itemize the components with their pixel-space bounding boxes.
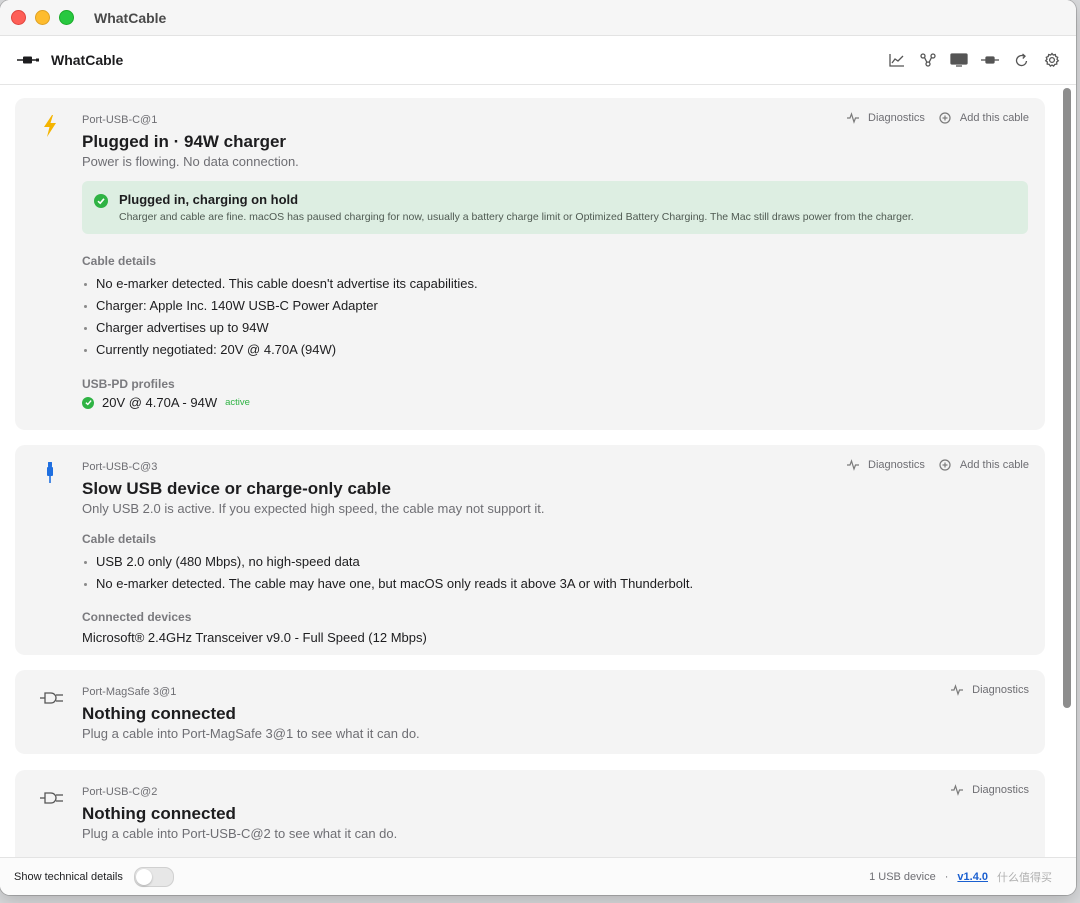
port-card-usb-c-3: Diagnostics Add this cable Port-USB-C@3 … — [15, 445, 1045, 655]
plug-icon — [39, 786, 65, 810]
check-circle-icon — [82, 396, 94, 409]
status-bar: Show technical details 1 USB device · v1… — [0, 857, 1076, 895]
cable-details-list: No e-marker detected. This cable doesn't… — [82, 273, 1030, 361]
port-card-usb-c-1: Diagnostics Add this cable Port-USB-C@1 … — [15, 98, 1045, 430]
version-link[interactable]: v1.4.0 — [957, 871, 988, 883]
title-bar: WhatCable — [0, 0, 1076, 36]
usb-pd-profiles-label: USB-PD profiles — [82, 377, 175, 391]
port-name: Port-USB-C@1 — [82, 114, 158, 126]
window-title: WhatCable — [94, 9, 167, 26]
lightning-icon — [39, 114, 61, 138]
app-name: WhatCable — [51, 52, 124, 68]
app-window: WhatCable WhatCable Diagnostics Add this… — [0, 0, 1076, 895]
cable-details-label: Cable details — [82, 254, 157, 268]
card-body: Port-MagSafe 3@1 Nothing connected Plug … — [82, 685, 1030, 742]
card-body: Port-USB-C@3 Slow USB device or charge-o… — [82, 460, 1030, 646]
card-title: Nothing connected — [82, 804, 236, 823]
window-controls — [11, 10, 74, 25]
connected-device: Microsoft® 2.4GHz Transceiver v9.0 - Ful… — [82, 630, 427, 645]
toolbar: WhatCable — [0, 36, 1076, 85]
card-body: Port-USB-C@1 Plugged in · 94W charger Po… — [82, 113, 1030, 410]
card-subtitle: Plug a cable into Port-USB-C@2 to see wh… — [82, 826, 398, 841]
list-item: USB 2.0 only (480 Mbps), no high-speed d… — [82, 551, 1030, 573]
list-item: No e-marker detected. The cable may have… — [82, 573, 1030, 595]
card-subtitle: Power is flowing. No data connection. — [82, 154, 299, 169]
toolbar-tools — [887, 50, 1062, 70]
status-banner: Plugged in, charging on hold Charger and… — [82, 181, 1028, 234]
technical-details-toggle[interactable] — [133, 866, 174, 887]
zoom-button[interactable] — [59, 10, 74, 25]
card-subtitle: Plug a cable into Port-MagSafe 3@1 to se… — [82, 726, 420, 741]
connected-devices-label: Connected devices — [82, 610, 192, 624]
profile-text: 20V @ 4.70A - 94W — [102, 395, 218, 410]
topology-icon[interactable] — [918, 50, 938, 70]
usb-device-count: 1 USB device — [869, 870, 936, 883]
minimize-button[interactable] — [35, 10, 50, 25]
list-item: Charger: Apple Inc. 140W USB-C Power Ada… — [82, 295, 1030, 317]
plug-icon — [39, 686, 65, 710]
card-title: Slow USB device or charge-only cable — [82, 479, 391, 498]
cable-icon[interactable] — [980, 50, 1000, 70]
cable-logo-icon — [17, 54, 39, 66]
port-name: Port-USB-C@2 — [82, 786, 158, 798]
list-item: Charger advertises up to 94W — [82, 317, 1030, 339]
technical-details-label: Show technical details — [14, 870, 123, 883]
check-circle-icon — [94, 194, 108, 208]
card-title: Nothing connected — [82, 704, 236, 723]
active-badge: active — [225, 397, 250, 408]
status-info: 1 USB device · v1.4.0 什么值得买 — [869, 869, 1052, 885]
banner-title: Plugged in, charging on hold — [119, 192, 299, 207]
usb-icon — [39, 461, 61, 485]
list-item: Currently negotiated: 20V @ 4.70A (94W) — [82, 339, 1030, 361]
cable-details-list: USB 2.0 only (480 Mbps), no high-speed d… — [82, 551, 1030, 595]
watermark-text: 什么值得买 — [997, 871, 1052, 884]
refresh-icon[interactable] — [1011, 50, 1031, 70]
card-title: Plugged in · 94W charger — [82, 132, 287, 151]
close-button[interactable] — [11, 10, 26, 25]
ports-list[interactable]: Diagnostics Add this cable Port-USB-C@1 … — [0, 84, 1076, 857]
port-card-usb-c-2: Diagnostics Port-USB-C@2 Nothing connect… — [15, 770, 1045, 857]
display-icon[interactable] — [949, 50, 969, 70]
cable-details-label: Cable details — [82, 532, 157, 546]
gear-icon[interactable] — [1042, 50, 1062, 70]
card-body: Port-USB-C@2 Nothing connected Plug a ca… — [82, 785, 1030, 842]
usb-pd-profile: 20V @ 4.70A - 94W active — [82, 395, 1030, 410]
list-item: No e-marker detected. This cable doesn't… — [82, 273, 1030, 295]
port-name: Port-MagSafe 3@1 — [82, 686, 177, 698]
port-card-magsafe-3-1: Diagnostics Port-MagSafe 3@1 Nothing con… — [15, 670, 1045, 754]
chart-icon[interactable] — [887, 50, 907, 70]
scrollbar-thumb[interactable] — [1063, 88, 1071, 708]
banner-text: Charger and cable are fine. macOS has pa… — [119, 211, 914, 223]
port-name: Port-USB-C@3 — [82, 461, 158, 473]
card-subtitle: Only USB 2.0 is active. If you expected … — [82, 501, 545, 516]
separator: · — [944, 870, 949, 883]
